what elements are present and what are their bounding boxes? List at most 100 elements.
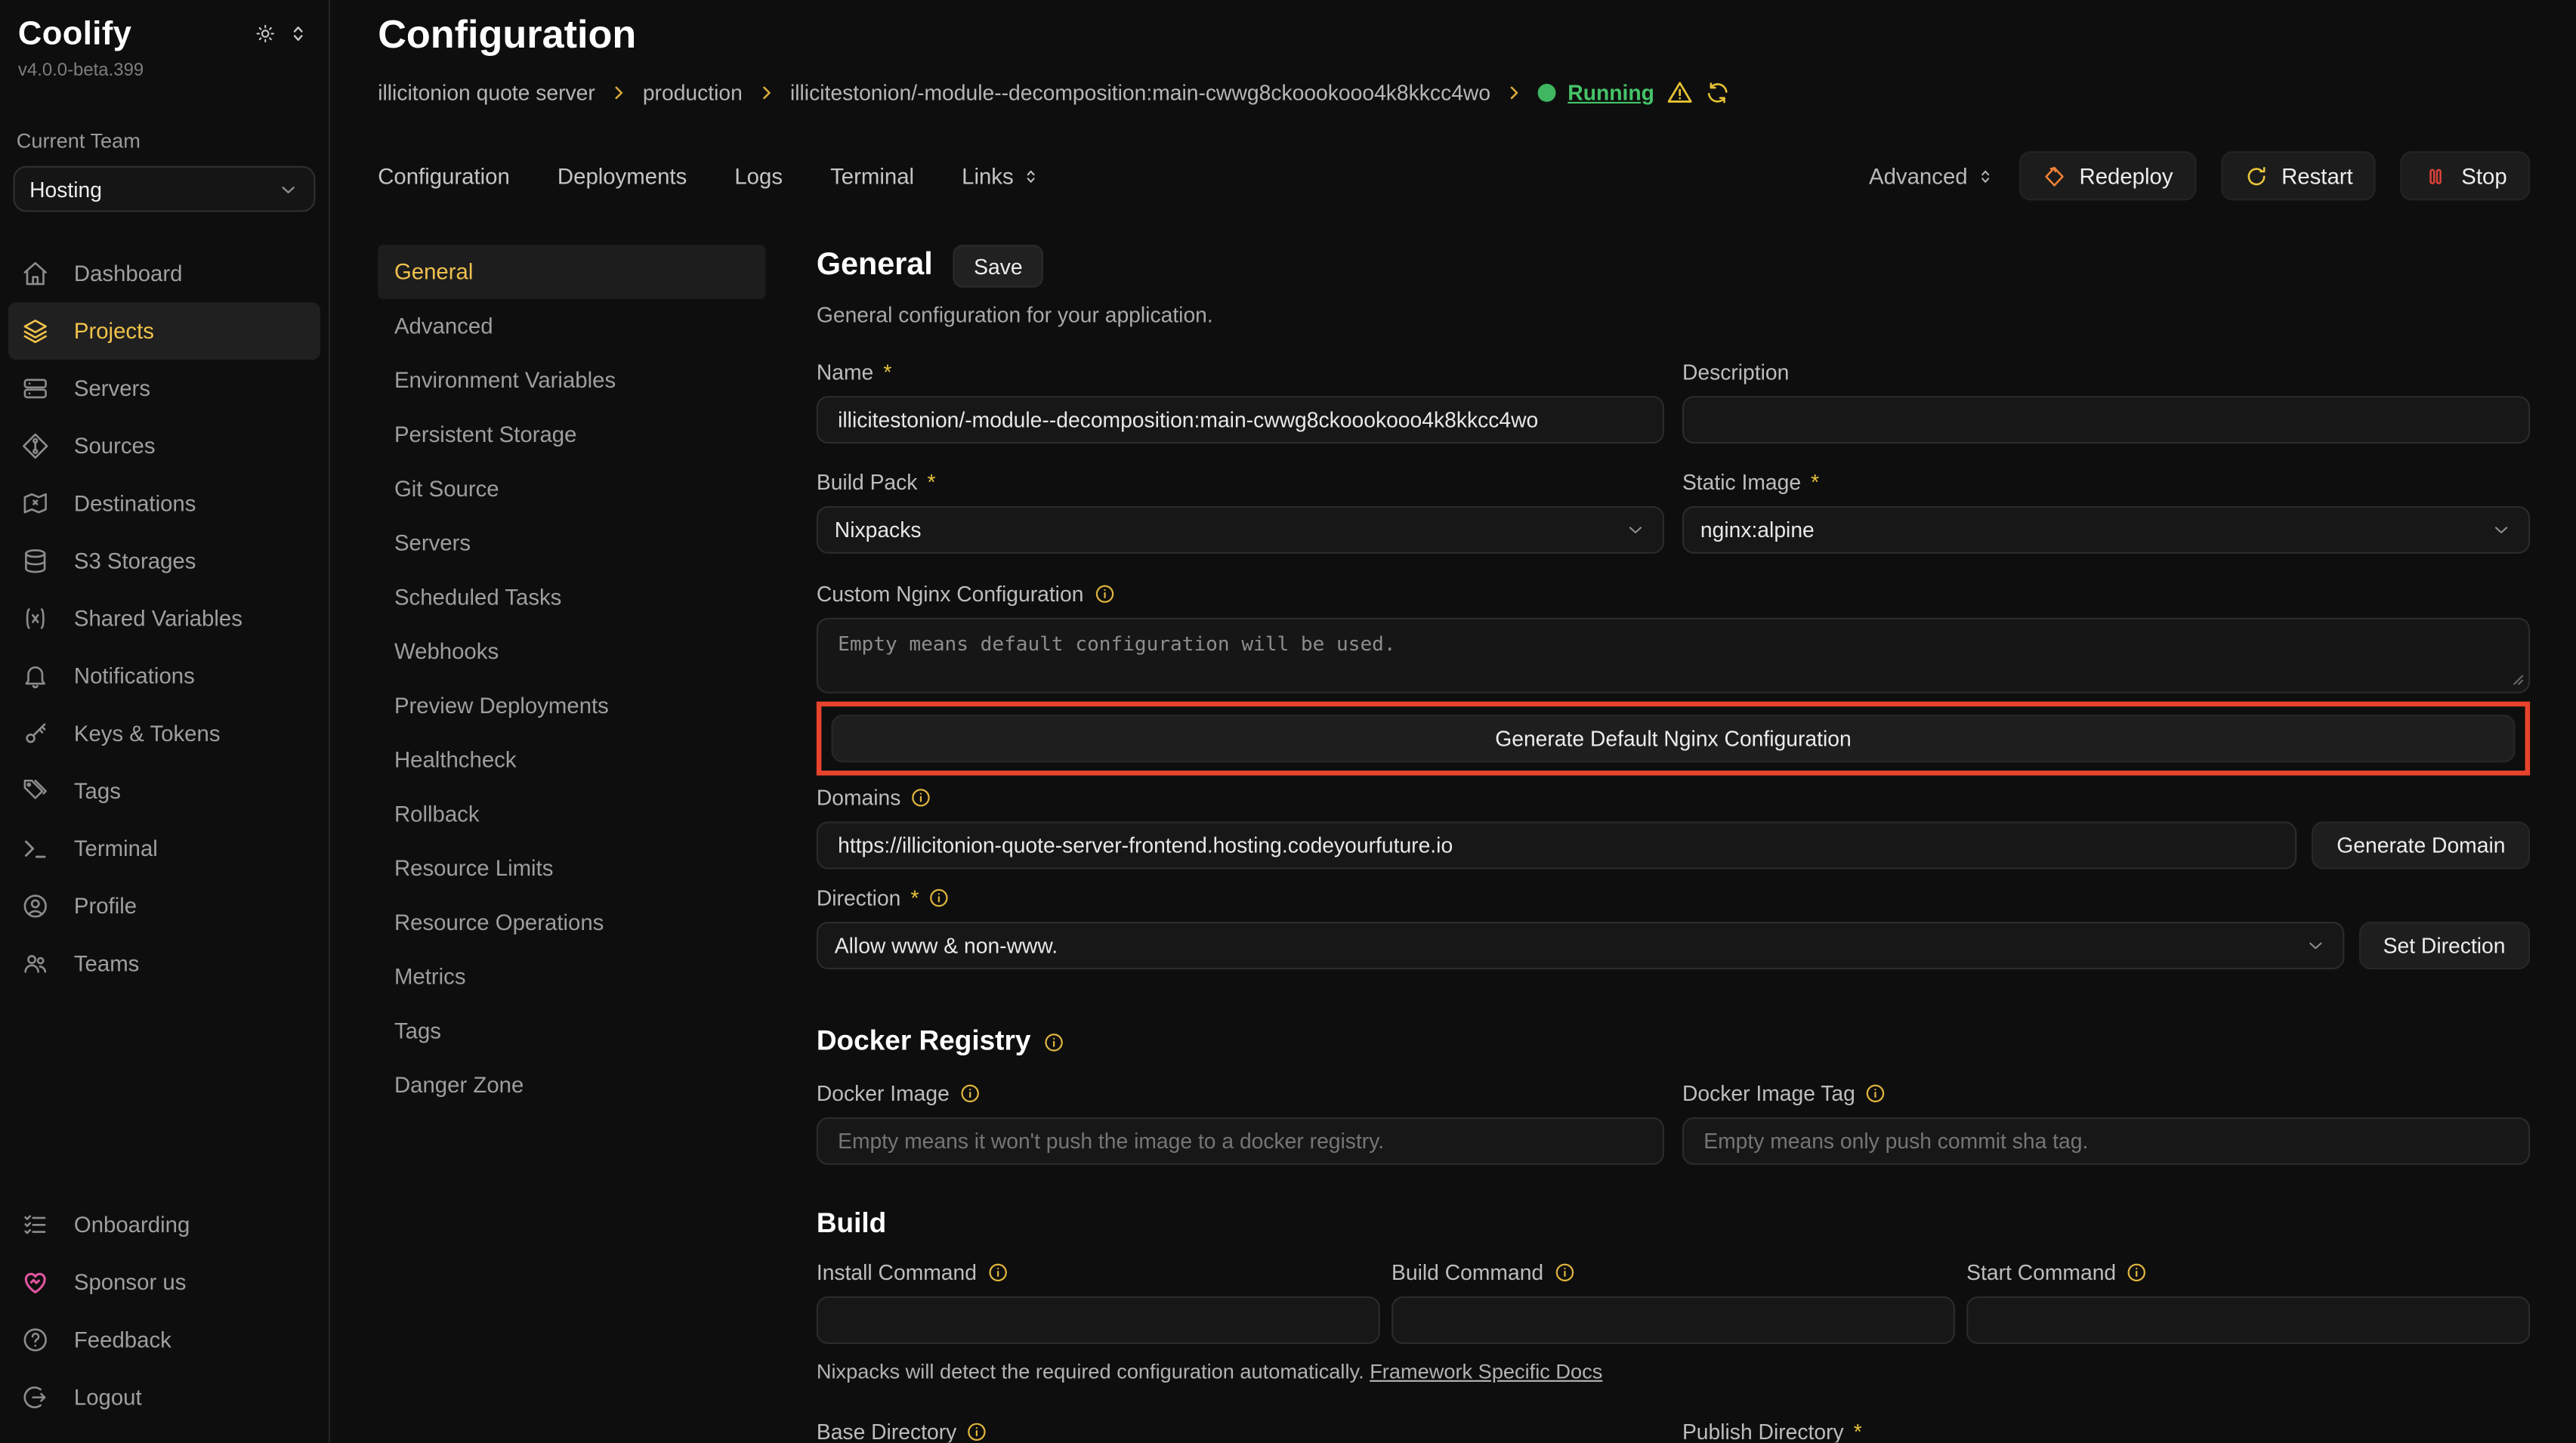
- generate-domain-button[interactable]: Generate Domain: [2312, 821, 2530, 869]
- current-team: Current Team Hosting: [0, 130, 329, 212]
- sidebar-item-tags[interactable]: Tags: [8, 762, 320, 820]
- warning-triangle-icon[interactable]: [1666, 79, 1694, 107]
- subnav-item-scheduled-tasks[interactable]: Scheduled Tasks: [378, 570, 765, 625]
- info-icon[interactable]: [910, 787, 931, 808]
- logout-icon: [20, 1383, 49, 1411]
- database-icon: [20, 547, 49, 575]
- sidebar-item-servers[interactable]: Servers: [8, 360, 320, 417]
- subnav-item-resource-operations[interactable]: Resource Operations: [378, 895, 765, 950]
- install-command-input[interactable]: [817, 1296, 1380, 1344]
- subnav-item-preview-deployments[interactable]: Preview Deployments: [378, 678, 765, 733]
- sidebar-item-onboarding[interactable]: Onboarding: [8, 1196, 320, 1253]
- refresh-icon[interactable]: [1705, 81, 1730, 106]
- info-icon[interactable]: [987, 1262, 1008, 1283]
- buildpack-staticimage-row: Build Pack* Nixpacks Static Image* nginx…: [817, 470, 2530, 554]
- subnav-item-webhooks[interactable]: Webhooks: [378, 624, 765, 678]
- subnav-item-environment-variables[interactable]: Environment Variables: [378, 354, 765, 408]
- framework-docs-link[interactable]: Framework Specific Docs: [1370, 1361, 1602, 1383]
- breadcrumb-resource[interactable]: illicitestonion/-module--decomposition:m…: [790, 81, 1490, 106]
- static-image-select[interactable]: nginx:alpine: [1682, 506, 2530, 554]
- build-pack-select[interactable]: Nixpacks: [817, 506, 1664, 554]
- domains-input[interactable]: [817, 821, 2297, 869]
- info-icon[interactable]: [966, 1421, 987, 1442]
- info-icon[interactable]: [929, 887, 950, 908]
- build-command-input[interactable]: [1391, 1296, 1955, 1344]
- theme-controls: [255, 17, 309, 45]
- main-content: Configuration illicitonion quote server …: [330, 0, 2576, 1442]
- base-directory-label: Base Directory: [817, 1420, 1664, 1442]
- section-heading-general: General: [817, 248, 933, 284]
- sidebar-item-sources[interactable]: Sources: [8, 417, 320, 474]
- tab-links[interactable]: Links: [962, 163, 1039, 188]
- subnav-item-metrics[interactable]: Metrics: [378, 950, 765, 1004]
- breadcrumb-environment[interactable]: production: [643, 81, 743, 106]
- subnav-item-tags[interactable]: Tags: [378, 1004, 765, 1058]
- status-label[interactable]: Running: [1568, 81, 1654, 106]
- sidebar-item-dashboard[interactable]: Dashboard: [8, 245, 320, 302]
- sidebar-item-destinations[interactable]: Destinations: [8, 475, 320, 533]
- info-icon[interactable]: [1553, 1262, 1574, 1283]
- info-icon[interactable]: [959, 1083, 981, 1104]
- subnav-item-persistent-storage[interactable]: Persistent Storage: [378, 407, 765, 462]
- app-logo[interactable]: Coolify: [18, 17, 144, 54]
- generate-default-nginx-button[interactable]: Generate Default Nginx Configuration: [831, 715, 2515, 762]
- info-icon[interactable]: [1093, 583, 1114, 604]
- toolbar-actions: Advanced Redeploy Restart Stop: [1869, 151, 2530, 200]
- breadcrumb-project[interactable]: illicitonion quote server: [378, 81, 595, 106]
- section-subtitle: General configuration for your applicati…: [817, 302, 2530, 327]
- chevron-right-icon: [757, 84, 775, 102]
- tab-logs[interactable]: Logs: [734, 163, 783, 188]
- subnav-item-git-source[interactable]: Git Source: [378, 462, 765, 516]
- chevron-down-icon: [2304, 935, 2325, 956]
- sidebar-item-sponsor-us[interactable]: Sponsor us: [8, 1253, 320, 1311]
- subnav-item-danger-zone[interactable]: Danger Zone: [378, 1058, 765, 1113]
- sun-icon[interactable]: [255, 23, 276, 44]
- breadcrumb: illicitonion quote server production ill…: [378, 79, 2530, 107]
- layers-icon: [20, 317, 49, 345]
- tab-deployments[interactable]: Deployments: [558, 163, 687, 188]
- tab-configuration[interactable]: Configuration: [378, 163, 510, 188]
- page-title: Configuration: [378, 13, 2530, 59]
- sidebar-item-profile[interactable]: Profile: [8, 877, 320, 935]
- chevrons-up-down-icon[interactable]: [288, 23, 309, 44]
- description-input[interactable]: [1682, 396, 2530, 443]
- direction-select[interactable]: Allow www & non-www.: [817, 922, 2344, 969]
- info-icon[interactable]: [2126, 1262, 2147, 1283]
- custom-nginx-textarea[interactable]: [817, 618, 2530, 694]
- tab-terminal[interactable]: Terminal: [830, 163, 914, 188]
- subnav-item-resource-limits[interactable]: Resource Limits: [378, 841, 765, 895]
- set-direction-button[interactable]: Set Direction: [2358, 922, 2530, 969]
- general-heading-row: General Save: [817, 245, 2530, 288]
- sidebar-item-notifications[interactable]: Notifications: [8, 647, 320, 705]
- name-input[interactable]: [817, 396, 1664, 443]
- domains-label: Domains: [817, 786, 2530, 811]
- variables-icon: [20, 604, 49, 632]
- subnav-item-servers[interactable]: Servers: [378, 516, 765, 570]
- status-badge: Running: [1538, 79, 1730, 107]
- subnav-item-advanced[interactable]: Advanced: [378, 299, 765, 354]
- redeploy-button[interactable]: Redeploy: [2018, 151, 2196, 200]
- team-select[interactable]: Hosting: [13, 166, 315, 212]
- sidebar-item-feedback[interactable]: Feedback: [8, 1311, 320, 1368]
- stop-button[interactable]: Stop: [2401, 151, 2530, 200]
- save-button[interactable]: Save: [953, 245, 1044, 288]
- static-image-label: Static Image*: [1682, 470, 2530, 495]
- advanced-dropdown[interactable]: Advanced: [1869, 163, 1994, 188]
- resize-handle-icon[interactable]: [2507, 669, 2525, 687]
- sidebar-item-shared-variables[interactable]: Shared Variables: [8, 590, 320, 647]
- sidebar-item-terminal[interactable]: Terminal: [8, 820, 320, 877]
- info-icon[interactable]: [1865, 1083, 1886, 1104]
- start-command-input[interactable]: [1966, 1296, 2530, 1344]
- sidebar-item-teams[interactable]: Teams: [8, 935, 320, 992]
- subnav-item-healthcheck[interactable]: Healthcheck: [378, 733, 765, 787]
- sidebar-item-logout[interactable]: Logout: [8, 1369, 320, 1426]
- docker-image-input[interactable]: [817, 1117, 1664, 1165]
- info-icon[interactable]: [1044, 1031, 1065, 1052]
- sidebar-item-s3-storages[interactable]: S3 Storages: [8, 533, 320, 590]
- sidebar-item-keys-tokens[interactable]: Keys & Tokens: [8, 705, 320, 762]
- sidebar-item-projects[interactable]: Projects: [8, 302, 320, 360]
- docker-image-tag-input[interactable]: [1682, 1117, 2530, 1165]
- restart-button[interactable]: Restart: [2221, 151, 2377, 200]
- subnav-item-rollback[interactable]: Rollback: [378, 787, 765, 842]
- subnav-item-general[interactable]: General: [378, 245, 765, 299]
